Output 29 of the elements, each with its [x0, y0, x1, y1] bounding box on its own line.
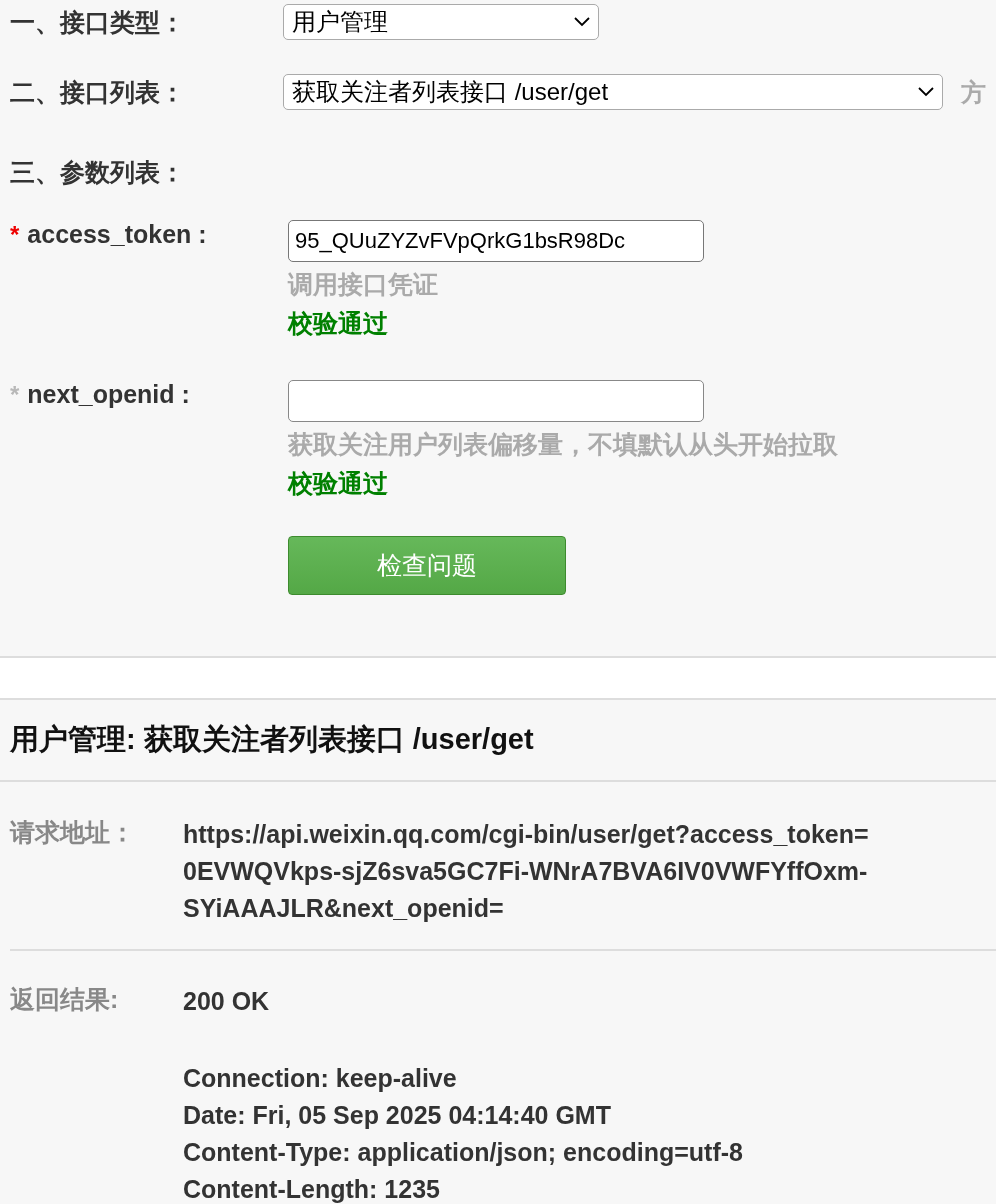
validation-status: 校验通过: [288, 308, 389, 339]
chevron-down-icon: [574, 17, 590, 27]
header-line: Connection: keep-alive: [183, 1063, 458, 1094]
hint-text: 获取关注用户列表偏移量，不填默认从头开始拉取: [288, 429, 838, 460]
header-line: Content-Type: application/json; encoding=utf-8: [183, 1137, 743, 1168]
field-label: 返回结果:: [10, 984, 120, 1015]
side-label: 方: [961, 76, 986, 108]
hint-text: 调用接口凭证: [288, 269, 439, 300]
header-line: Content-Length: 1235: [183, 1174, 441, 1204]
required-mark: *: [10, 221, 20, 249]
section-label: 一、接口类型：: [10, 6, 186, 38]
chevron-down-icon: [918, 87, 934, 97]
param-label: access_token :: [27, 220, 207, 249]
validation-status: 校验通过: [288, 468, 389, 499]
request-url: https://api.weixin.qq.com/cgi-bin/user/get?access_token=: [183, 819, 869, 850]
dropdown-select[interactable]: 获取关注者列表接口 /user/get: [283, 74, 943, 110]
result-title: 用户管理: 获取关注者列表接口 /user/get: [0, 700, 996, 782]
input-field[interactable]: [288, 380, 704, 422]
section-label: 二、接口列表：: [10, 76, 186, 108]
input-field[interactable]: 95_QUuZYZvFVpQrkG1bsR98Dc: [288, 220, 704, 262]
status-text: 200 OK: [183, 986, 271, 1017]
request-url: 0EVWQVkps-sjZ6sva5GC7Fi-WNrA7BVA6IV0VWFYffOxm-: [183, 856, 869, 887]
param-label: next_openid :: [27, 380, 190, 409]
field-label: 请求地址：: [10, 817, 136, 848]
request-url: SYiAAAJLR&next_openid=: [183, 893, 505, 924]
section-label: 三、参数列表：: [10, 156, 186, 188]
dropdown-select[interactable]: 用户管理: [283, 4, 599, 40]
header-line: Date: Fri, 05 Sep 2025 04:14:40 GMT: [183, 1100, 612, 1131]
required-mark: *: [10, 381, 20, 409]
